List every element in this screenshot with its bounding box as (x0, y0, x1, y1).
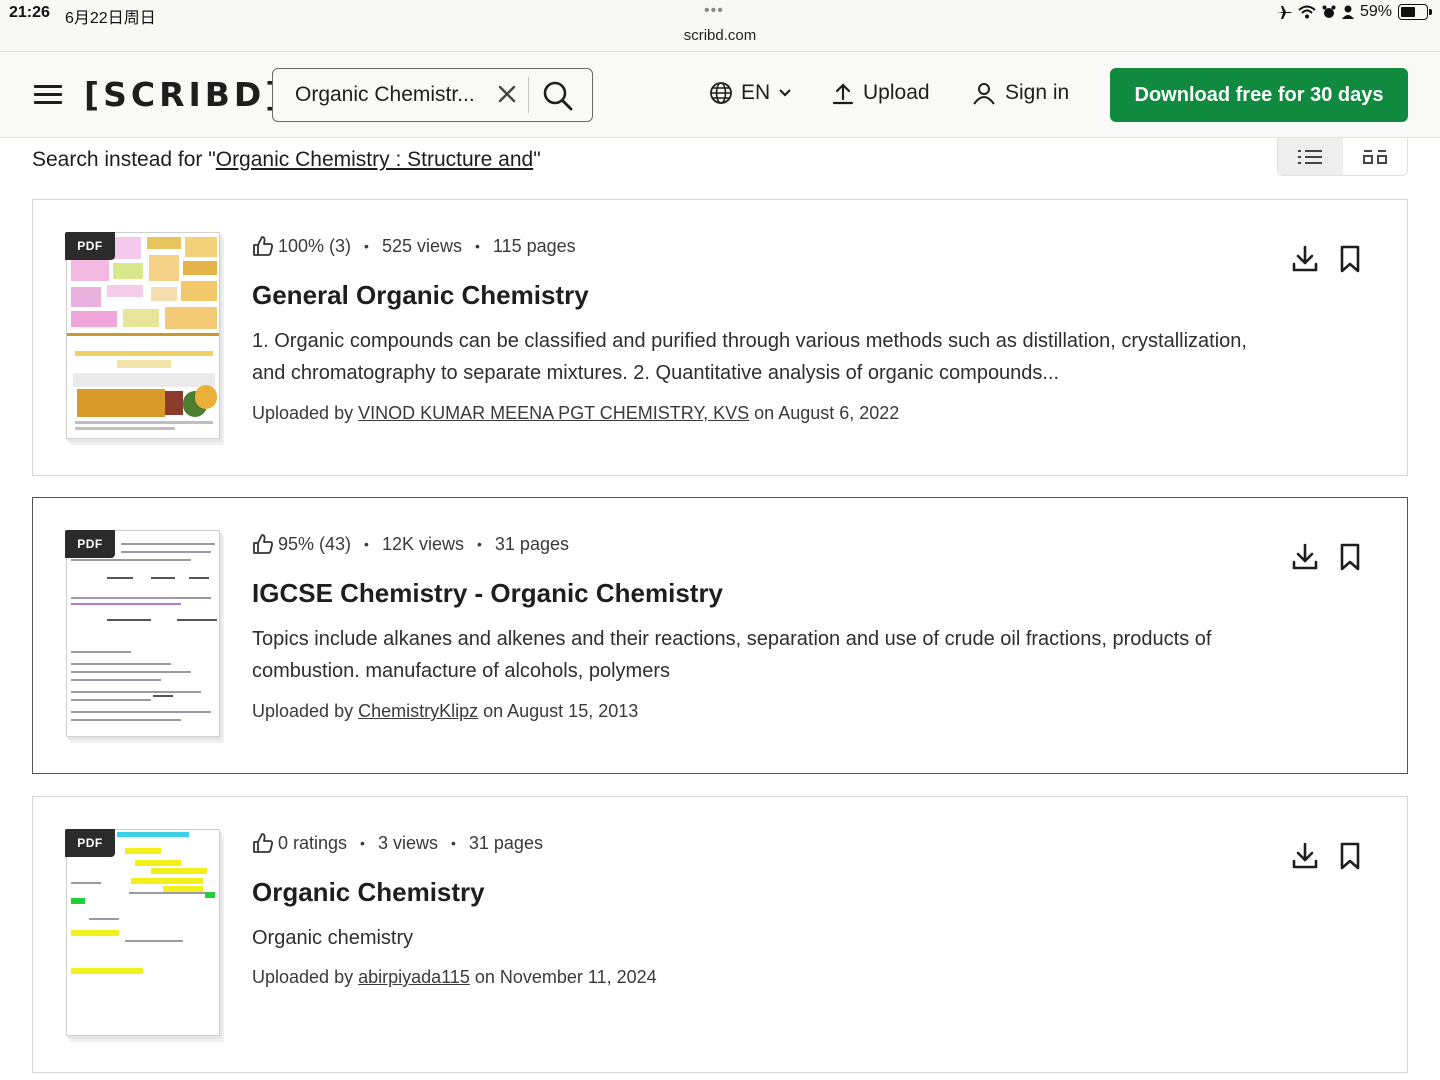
search-instead-suggestion: Search instead for "Organic Chemistry : … (32, 148, 541, 172)
views-count: 525 views (381, 235, 462, 256)
bookmark-icon[interactable] (1336, 244, 1364, 274)
uploaded-by-label: Uploaded by (252, 967, 359, 987)
uploader-link[interactable]: VINOD KUMAR MEENA PGT CHEMISTRY, KVS (358, 403, 749, 423)
uploader-link[interactable]: ChemistryKlipz (358, 701, 478, 721)
list-view-icon (1298, 149, 1323, 164)
rating: 95% (43) (278, 533, 352, 554)
chevron-down-icon (779, 89, 791, 97)
result-meta: 95% (43) • 12K views • 31 pages (252, 533, 569, 555)
upload-date: on August 6, 2022 (749, 403, 900, 423)
uploaded-by-label: Uploaded by (252, 403, 359, 423)
language-selector[interactable]: EN (709, 81, 792, 105)
list-view-button[interactable] (1278, 138, 1343, 175)
download-icon[interactable] (1291, 542, 1319, 572)
upload-date: on November 11, 2024 (469, 967, 657, 987)
sign-in-button[interactable]: Sign in (972, 81, 1069, 105)
address-bar-url[interactable]: scribd.com (0, 27, 1440, 44)
search-divider (528, 77, 529, 113)
pages-count: 31 pages (494, 533, 569, 554)
battery-level (1401, 7, 1416, 17)
document-thumbnail[interactable] (66, 530, 220, 737)
upload-label: Upload (863, 81, 930, 104)
result-meta: 0 ratings • 3 views • 31 pages (252, 832, 543, 854)
result-title[interactable]: General Organic Chemistry (252, 280, 589, 311)
scribd-logo[interactable]: [SCRIBD] (84, 75, 284, 114)
uploader-line: Uploaded by VINOD KUMAR MEENA PGT CHEMIS… (252, 403, 899, 424)
status-icons: 59% (1276, 3, 1432, 21)
result-card[interactable]: PDF 100% (3) • 525 views • 115 pages Gen… (32, 199, 1408, 476)
hamburger-menu-icon[interactable] (34, 85, 62, 105)
status-time: 21:26 (9, 4, 50, 21)
uploader-line: Uploaded by abirpiyada115 on November 11… (252, 967, 657, 988)
thumbs-up-icon (253, 236, 273, 256)
grid-view-button[interactable] (1343, 138, 1408, 175)
meta-separator: • (475, 238, 480, 254)
result-description: Organic chemistry (252, 927, 414, 949)
download-icon[interactable] (1291, 841, 1319, 871)
uploader-line: Uploaded by ChemistryKlipz on August 15,… (252, 701, 638, 722)
status-bar: 21:26 6月22日周日 ••• scribd.com 59% (0, 0, 1440, 52)
result-description: 1. Organic compounds can be classified a… (252, 330, 1247, 384)
sign-in-label: Sign in (1005, 81, 1070, 104)
download-icon[interactable] (1291, 244, 1319, 274)
uploaded-by-label: Uploaded by (252, 701, 359, 721)
pdf-badge: PDF (65, 232, 115, 260)
grid-view-icon (1362, 149, 1387, 164)
language-label: EN (741, 81, 771, 104)
battery-icon (1398, 4, 1432, 20)
search-instead-suffix: " (533, 148, 541, 171)
upload-button[interactable]: Upload (832, 81, 930, 105)
result-description: Topics include alkanes and alkenes and t… (252, 628, 1212, 682)
clear-search-icon[interactable] (495, 82, 519, 106)
search-instead-link[interactable]: Organic Chemistry : Structure and (216, 148, 533, 171)
meta-separator: • (477, 536, 482, 552)
uploader-link[interactable]: abirpiyada115 (358, 967, 470, 987)
airplane-icon (1276, 6, 1292, 19)
user-icon (973, 83, 995, 105)
thumbs-up-icon (253, 833, 273, 853)
wifi-icon (1298, 5, 1316, 19)
thumbs-up-icon (253, 534, 273, 554)
status-date: 6月22日周日 (65, 10, 156, 27)
pdf-badge: PDF (65, 829, 115, 857)
result-actions (1291, 244, 1364, 274)
pages-count: 115 pages (492, 235, 576, 256)
meta-separator: • (364, 238, 369, 254)
search-input[interactable]: Organic Chemistr... (295, 83, 485, 107)
search-box[interactable]: Organic Chemistr... (272, 68, 593, 122)
views-count: 12K views (381, 533, 464, 554)
result-card[interactable]: PDF 95% (43) • 12K views • 31 pages IGCS… (32, 497, 1408, 774)
pages-count: 31 pages (468, 832, 543, 853)
result-actions (1291, 542, 1364, 572)
person-icon (1341, 5, 1354, 19)
globe-icon (710, 82, 732, 104)
alarm-icon (1322, 5, 1336, 18)
site-header: [SCRIBD] Organic Chemistr... EN Upload S… (0, 53, 1440, 138)
result-card[interactable]: PDF 0 ratings • 3 views • 31 pages Organ… (32, 796, 1408, 1073)
bookmark-icon[interactable] (1336, 542, 1364, 572)
search-instead-prefix: Search instead for " (32, 148, 216, 171)
upload-date: on August 15, 2013 (478, 701, 639, 721)
rating: 0 ratings (278, 832, 348, 853)
document-thumbnail[interactable] (66, 829, 220, 1036)
view-toggle (1277, 138, 1408, 176)
download-free-trial-button[interactable]: Download free for 30 days (1110, 68, 1408, 122)
views-count: 3 views (377, 832, 438, 853)
result-actions (1291, 841, 1364, 871)
result-title[interactable]: Organic Chemistry (252, 877, 485, 908)
result-title[interactable]: IGCSE Chemistry - Organic Chemistry (252, 578, 723, 609)
pdf-badge: PDF (65, 530, 115, 558)
search-icon[interactable] (541, 79, 575, 113)
meta-separator: • (450, 835, 456, 851)
meta-separator: • (360, 835, 365, 851)
document-thumbnail[interactable] (66, 232, 220, 439)
browser-menu-dots[interactable]: ••• (704, 2, 724, 20)
result-meta: 100% (3) • 525 views • 115 pages (252, 235, 576, 257)
meta-separator: • (364, 536, 369, 552)
battery-percent: 59% (1359, 3, 1392, 20)
upload-icon (832, 83, 854, 105)
rating: 100% (3) (278, 235, 352, 256)
bookmark-icon[interactable] (1336, 841, 1364, 871)
